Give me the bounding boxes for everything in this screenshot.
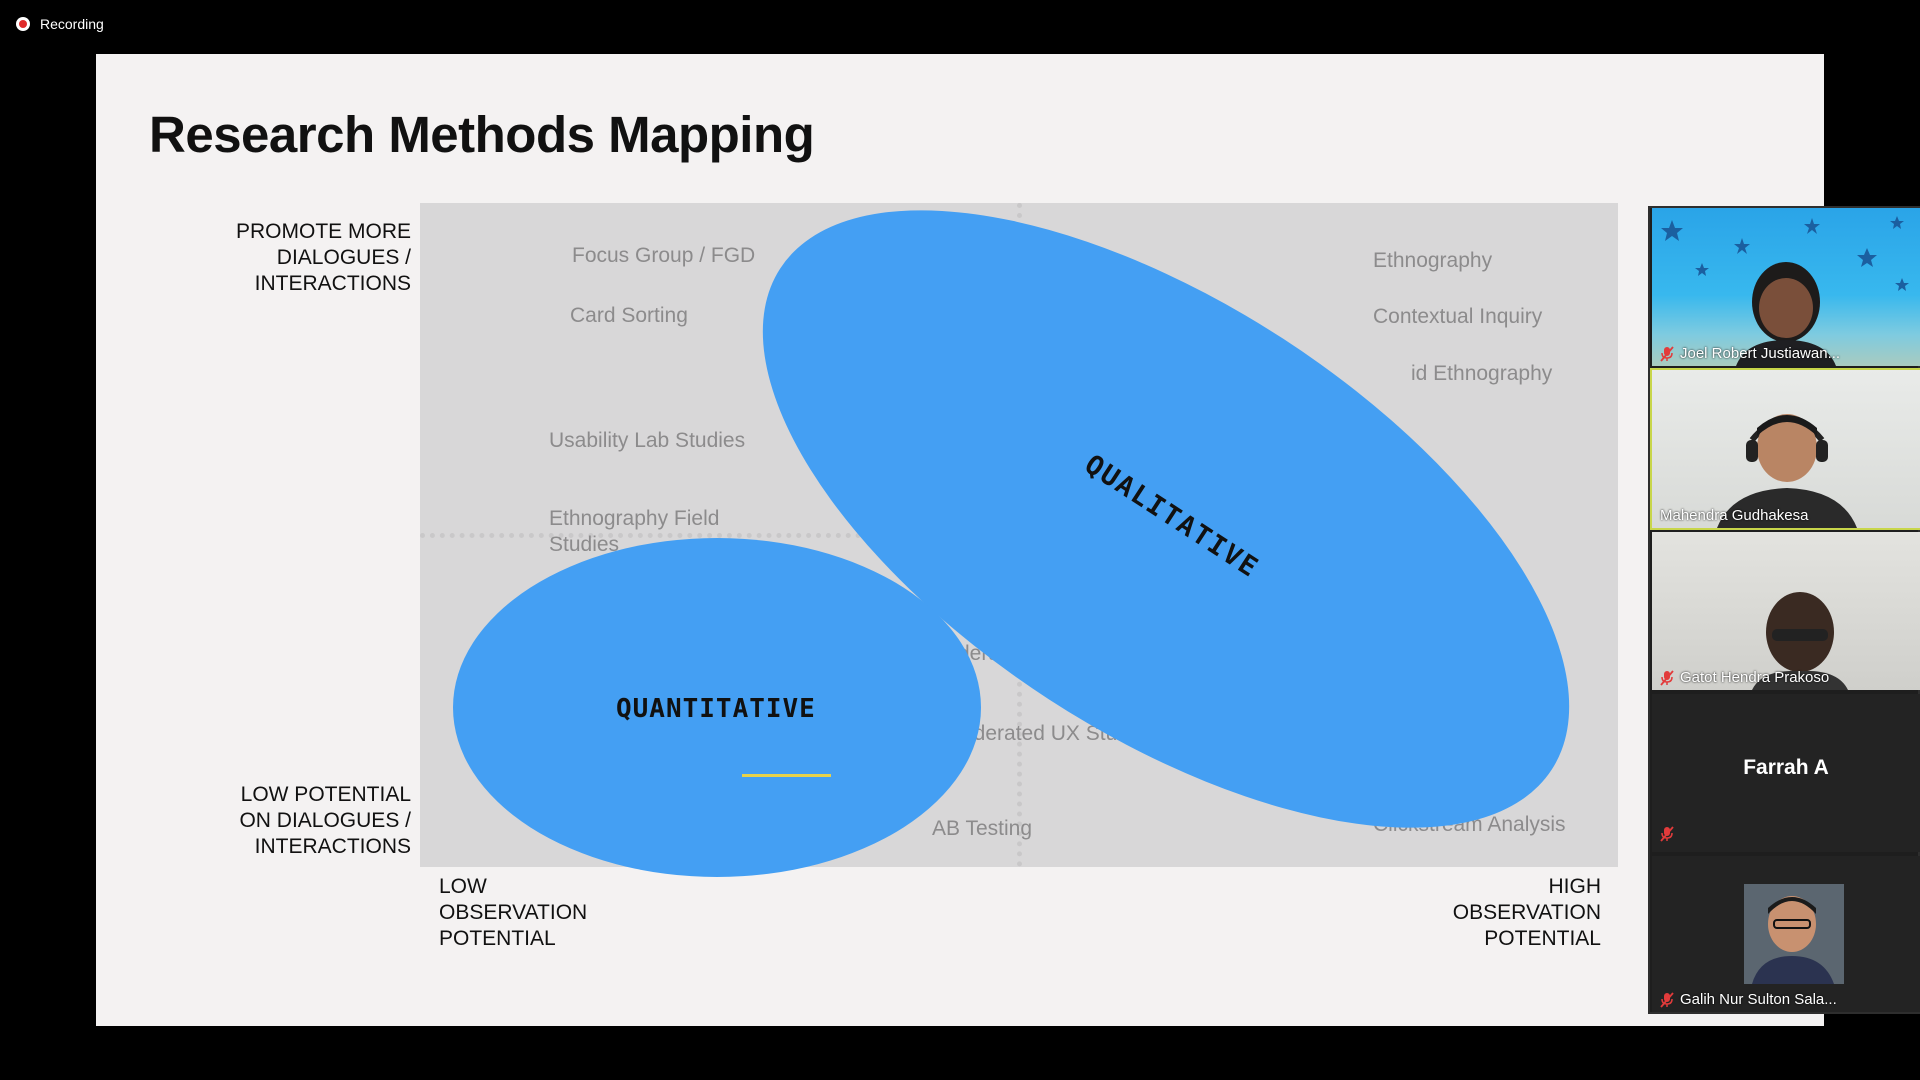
participant-name: Gatot Hendra Prakoso bbox=[1680, 669, 1830, 686]
annotation-underline bbox=[742, 774, 831, 777]
method-contextual-inquiry: Contextual Inquiry bbox=[1373, 305, 1543, 328]
x-axis-right-label: HIGH OBSERVATION POTENTIAL bbox=[1452, 875, 1601, 950]
participant-video bbox=[1744, 884, 1844, 984]
method-usability-lab: Usability Lab Studies bbox=[549, 429, 746, 452]
record-icon bbox=[16, 17, 30, 31]
recording-label: Recording bbox=[40, 16, 104, 32]
participant-name-center: Farrah A bbox=[1743, 756, 1829, 779]
mic-muted-icon bbox=[1660, 345, 1674, 362]
participant-tile[interactable]: Joel Robert Justiawan... bbox=[1652, 208, 1920, 366]
method-ab-testing: AB Testing bbox=[932, 817, 1033, 840]
mic-muted-icon bbox=[1660, 991, 1674, 1008]
method-ethnography: Ethnography bbox=[1373, 249, 1493, 272]
x-axis-left-label: LOW OBSERVATION POTENTIAL bbox=[439, 875, 588, 950]
quantitative-label: QUANTITATIVE bbox=[616, 694, 816, 724]
y-axis-bottom-label: LOW POTENTIAL ON DIALOGUES / INTERACTION… bbox=[239, 783, 411, 858]
participant-tile[interactable]: Galih Nur Sulton Sala... bbox=[1652, 856, 1920, 1012]
method-card-sorting: Card Sorting bbox=[570, 304, 688, 327]
participant-name: Mahendra Gudhakesa bbox=[1660, 507, 1809, 524]
participant-tile-active-speaker[interactable]: Mahendra Gudhakesa bbox=[1650, 368, 1920, 530]
participant-name: Galih Nur Sulton Sala... bbox=[1680, 991, 1837, 1008]
mic-muted-icon bbox=[1660, 826, 1674, 842]
method-remote-ethnography: id Ethnography bbox=[1411, 362, 1553, 385]
participant-tile-no-video[interactable]: Farrah A bbox=[1652, 694, 1920, 852]
slide-title: Research Methods Mapping bbox=[149, 106, 815, 163]
method-focus-group: Focus Group / FGD bbox=[572, 244, 756, 267]
participant-tile[interactable]: Gatot Hendra Prakoso bbox=[1652, 532, 1920, 690]
participants-panel[interactable]: Joel Robert Justiawan... Mahendra Gudhak… bbox=[1648, 206, 1920, 1014]
recording-indicator: Recording bbox=[16, 16, 104, 32]
mic-muted-icon bbox=[1660, 669, 1674, 686]
shared-slide: Research Methods Mapping PROMOTE MORE DI… bbox=[96, 54, 1824, 1026]
y-axis-top-label: PROMOTE MORE DIALOGUES / INTERACTIONS bbox=[235, 220, 411, 295]
participant-name: Joel Robert Justiawan... bbox=[1680, 345, 1841, 362]
